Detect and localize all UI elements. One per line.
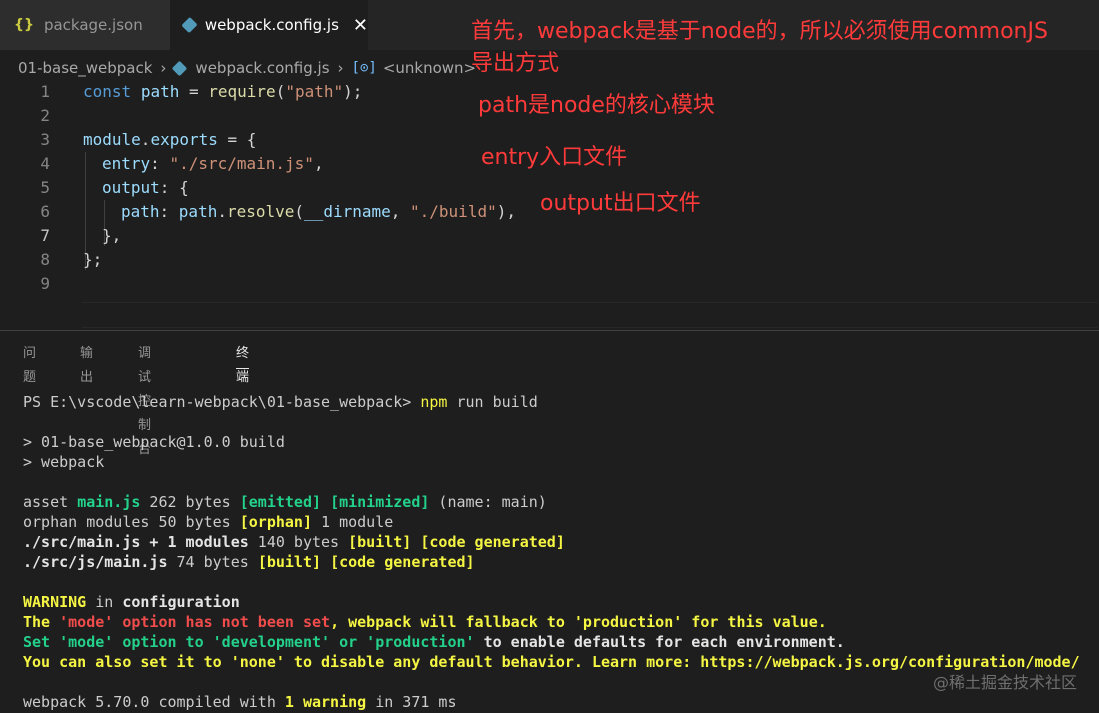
tab-output[interactable]: 输出: [80, 342, 93, 385]
code-line: 9: [0, 272, 1099, 296]
terminal-line: > 01-base_webpack@1.0.0 build: [23, 433, 285, 451]
tab-label: webpack.config.js: [204, 16, 339, 34]
panel-divider: [0, 330, 1099, 331]
json-file-icon: {}: [14, 17, 34, 33]
symbol-icon: [⊙]: [351, 60, 377, 76]
terminal-line: The 'mode' option has not been set, webp…: [23, 613, 827, 631]
code-line: 7},: [0, 224, 1099, 248]
terminal-line: > webpack: [23, 453, 105, 471]
breadcrumb: 01-base_webpack › webpack.config.js › [⊙…: [18, 58, 476, 78]
line-number: 1: [40, 82, 50, 101]
tab-label: package.json: [43, 16, 143, 34]
chevron-right-icon: ›: [337, 59, 344, 77]
line-number: 8: [40, 250, 50, 269]
terminal-line: PS E:\vscode\learn-webpack\01-base_webpa…: [23, 393, 538, 411]
tab-debug-console[interactable]: 调试控制台: [138, 342, 151, 457]
tab-webpack-config[interactable]: webpack.config.js ✕: [170, 0, 368, 50]
breadcrumb-file[interactable]: webpack.config.js: [195, 59, 329, 77]
terminal-line: Set 'mode' option to 'development' or 'p…: [23, 633, 845, 651]
watermark: @稀土掘金技术社区: [932, 673, 1077, 692]
tab-terminal[interactable]: 终端: [236, 342, 250, 385]
annotation-text: entry入口文件: [481, 145, 628, 170]
line-number: 4: [40, 154, 50, 173]
breadcrumb-folder[interactable]: 01-base_webpack: [18, 59, 152, 77]
annotation-text: output出口文件: [540, 191, 701, 216]
webpack-file-icon: [172, 60, 188, 76]
tab-problems[interactable]: 问题: [23, 342, 36, 385]
close-icon[interactable]: ✕: [353, 15, 368, 36]
current-line-highlight: [82, 302, 1098, 328]
chevron-right-icon: ›: [160, 59, 167, 77]
tab-package-json[interactable]: {} package.json: [0, 0, 170, 50]
terminal-line: webpack 5.70.0 compiled with 1 warning i…: [23, 693, 457, 711]
line-number: 5: [40, 178, 50, 197]
breadcrumb-symbol[interactable]: <unknown>: [383, 59, 476, 77]
line-number: 7: [40, 226, 50, 245]
terminal-line: WARNING in configuration: [23, 593, 240, 611]
annotation-text: 首先，webpack是基于node的，所以必须使用commonJS: [471, 19, 1048, 44]
webpack-file-icon: [181, 16, 198, 34]
annotation-text: 导出方式: [471, 51, 560, 76]
terminal-line: ./src/main.js + 1 modules 140 bytes [bui…: [23, 533, 565, 551]
terminal-line: asset main.js 262 bytes [emitted] [minim…: [23, 493, 547, 511]
terminal-line: orphan modules 50 bytes [orphan] 1 modul…: [23, 513, 394, 531]
line-number: 2: [40, 106, 50, 125]
line-number: 6: [40, 202, 50, 221]
annotation-text: path是node的核心模块: [478, 93, 715, 118]
terminal-line: ./src/js/main.js 74 bytes [built] [code …: [23, 553, 475, 571]
terminal-line: You can also set it to 'none' to disable…: [23, 653, 1080, 671]
line-number: 9: [40, 274, 50, 293]
code-line: 8};: [0, 248, 1099, 272]
